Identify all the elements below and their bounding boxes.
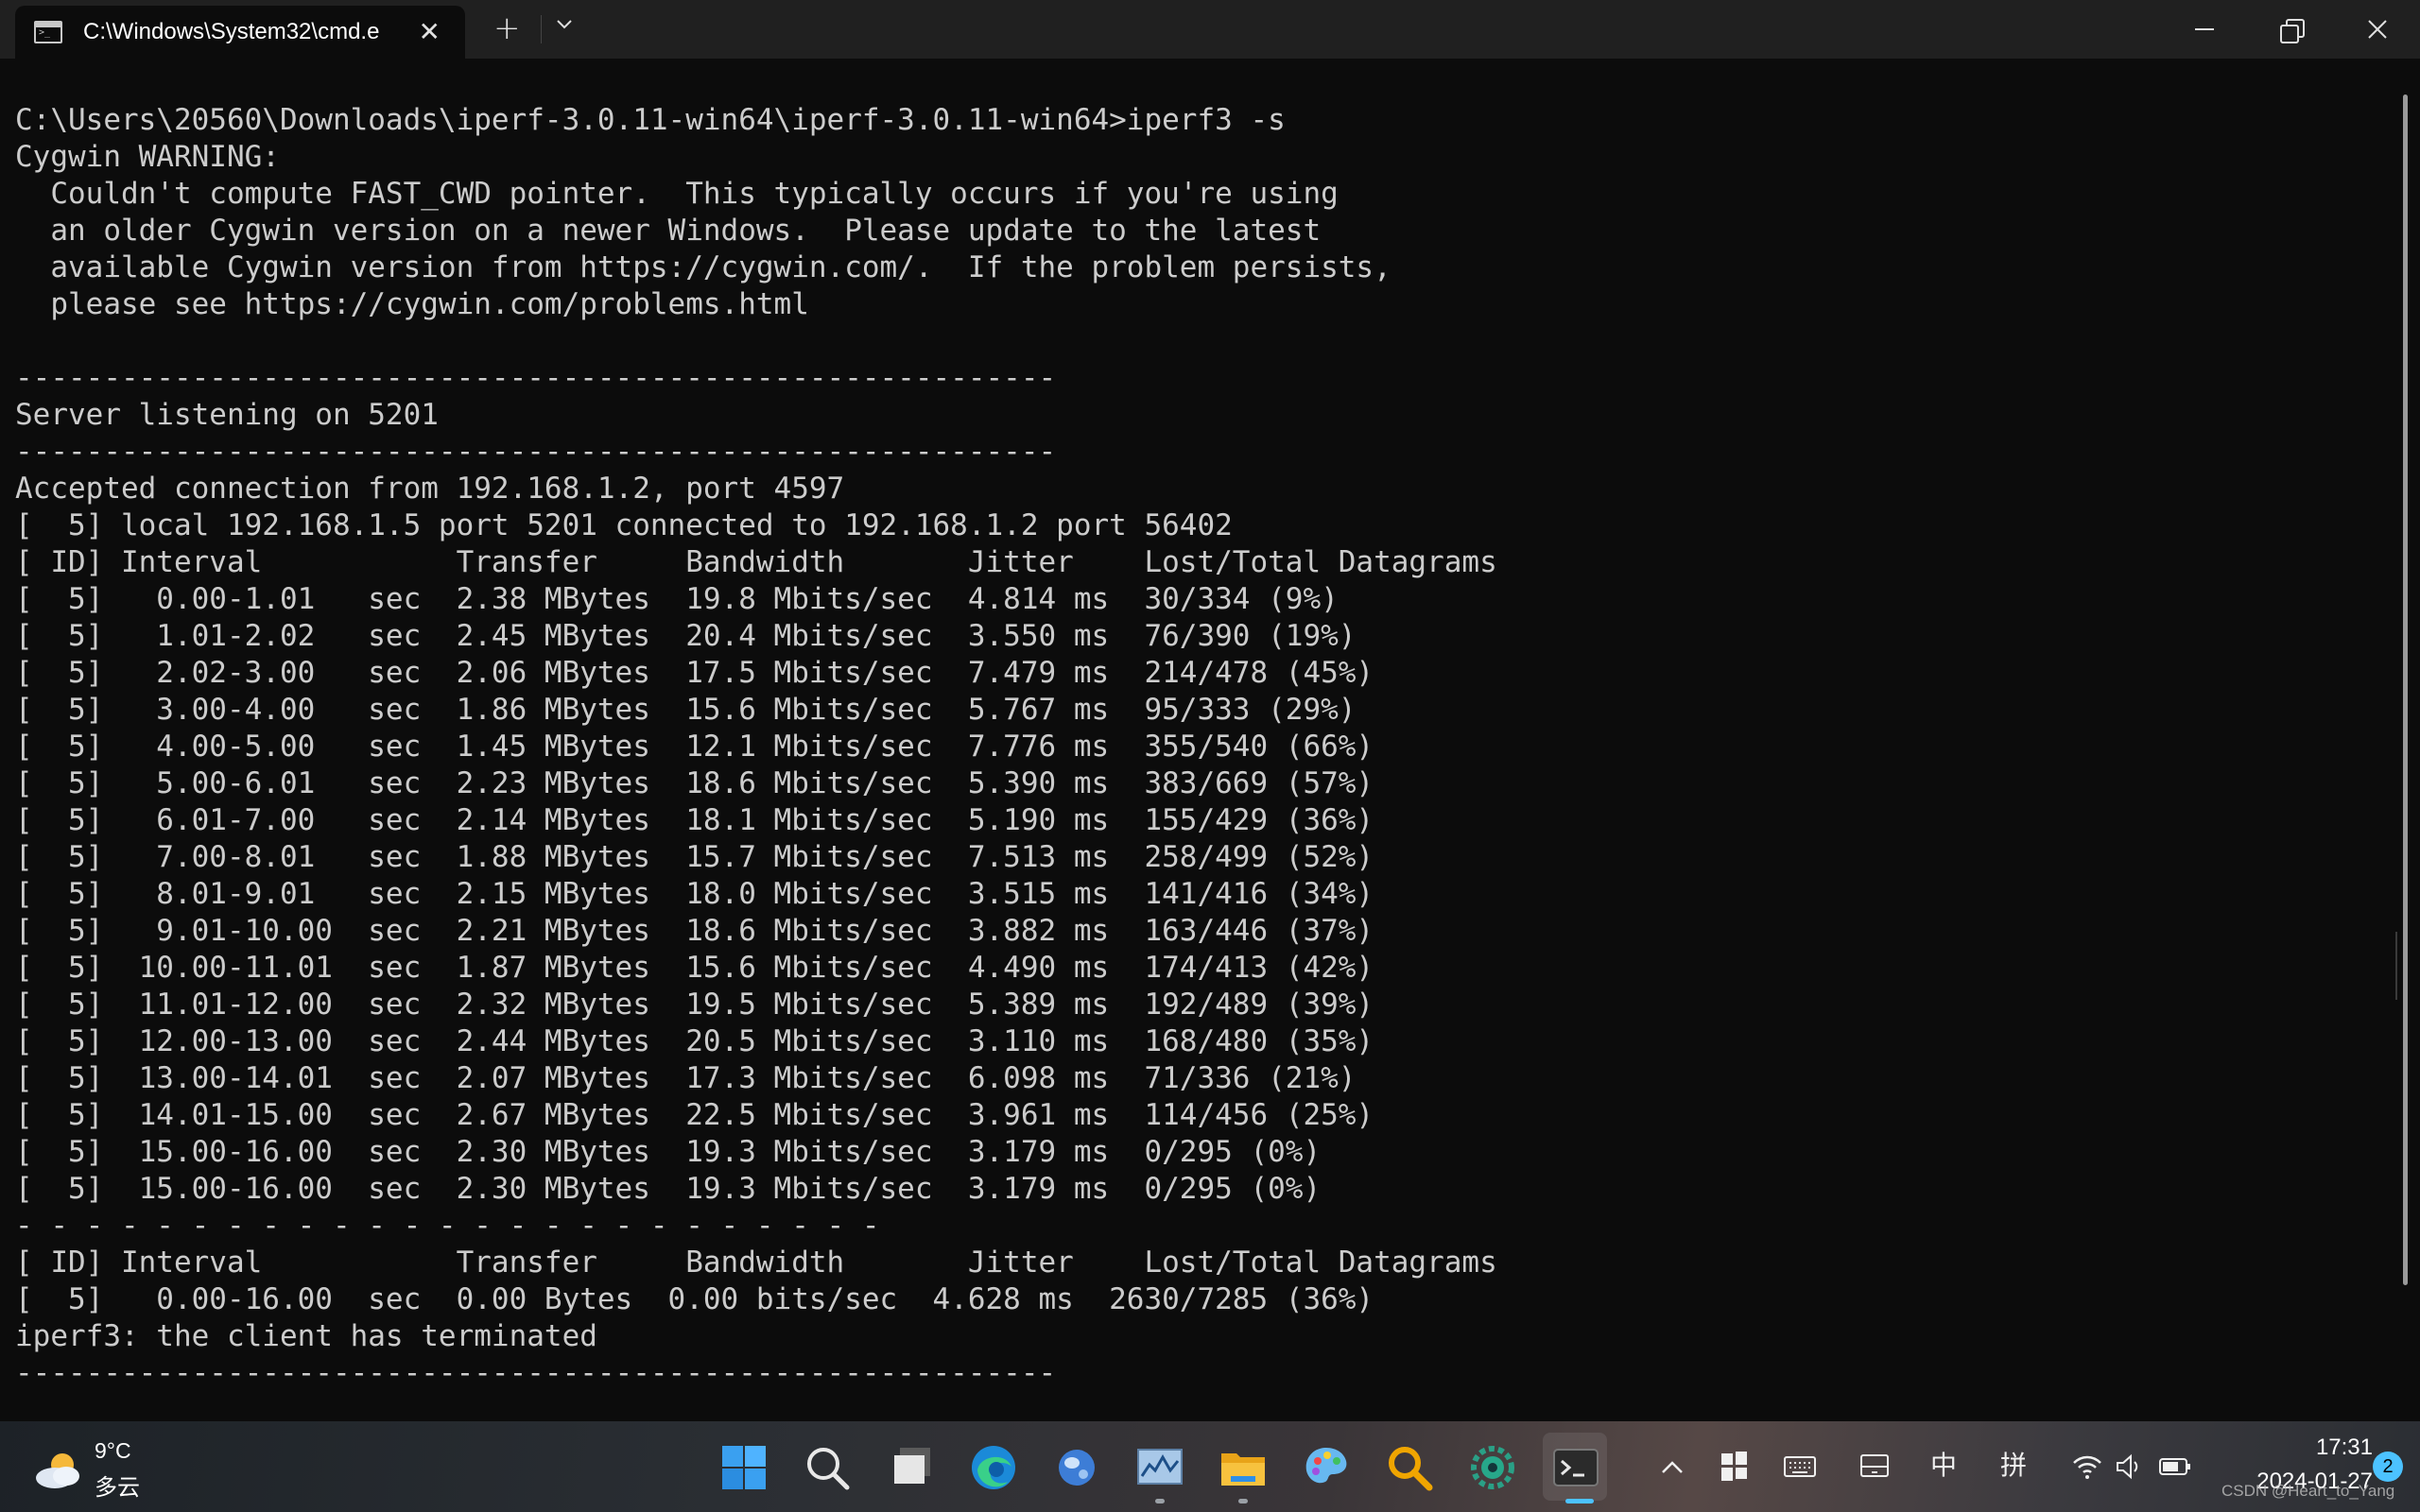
paint-palette-icon[interactable]: [1301, 1442, 1352, 1493]
notification-badge[interactable]: 2: [2354, 1452, 2403, 1482]
watermark: CSDN @Heart_to_Yang: [2221, 1482, 2395, 1500]
terminal-line: [ 5] 12.00-13.00 sec 2.44 MBytes 20.5 Mb…: [15, 1024, 1374, 1058]
terminal-line: please see https://cygwin.com/problems.h…: [15, 287, 809, 321]
terminal-line: [ 5] 9.01-10.00 sec 2.21 MBytes 18.6 Mbi…: [15, 914, 1374, 948]
terminal-line: [ 5] 8.01-9.01 sec 2.15 MBytes 18.0 Mbit…: [15, 877, 1374, 911]
terminal-line: [ 5] 13.00-14.01 sec 2.07 MBytes 17.3 Mb…: [15, 1061, 1357, 1095]
terminal-line: available Cygwin version from https://cy…: [15, 250, 1392, 284]
terminal-line: [ 5] 11.01-12.00 sec 2.32 MBytes 19.5 Mb…: [15, 988, 1374, 1022]
terminal-line: [ ID] Interval Transfer Bandwidth Jitter…: [15, 545, 1497, 579]
touch-keyboard-icon[interactable]: [1858, 1450, 1891, 1484]
terminal-line: Couldn't compute FAST_CWD pointer. This …: [15, 177, 1339, 211]
terminal-line: [ 5] 14.01-15.00 sec 2.67 MBytes 22.5 Mb…: [15, 1098, 1374, 1132]
terminal-line: Accepted connection from 192.168.1.2, po…: [15, 472, 845, 506]
minimize-button[interactable]: [2159, 0, 2246, 59]
task-view-icon[interactable]: [889, 1442, 940, 1493]
terminal-line: iperf3: the client has terminated: [15, 1319, 597, 1353]
input-method-pinyin[interactable]: 拼: [2000, 1450, 2027, 1482]
scrollbar-mark: [2395, 932, 2411, 1000]
active-indicator: [1565, 1499, 1594, 1503]
search-icon[interactable]: [802, 1442, 853, 1493]
close-window-button[interactable]: [2333, 0, 2420, 59]
terminal-line: [ 5] 1.01-2.02 sec 2.45 MBytes 20.4 Mbit…: [15, 619, 1357, 653]
tab-separator: [541, 15, 542, 43]
weather-cloudy-icon[interactable]: [32, 1448, 85, 1493]
title-bar: C:\Windows\System32\cmd.e ✕ +: [0, 0, 2420, 59]
file-explorer-icon[interactable]: [1218, 1442, 1269, 1493]
weather-temperature[interactable]: 9°C: [95, 1438, 131, 1464]
globe-app-icon[interactable]: [1051, 1442, 1102, 1493]
search-tool-icon[interactable]: [1384, 1442, 1435, 1493]
restore-button[interactable]: [2246, 0, 2333, 59]
chevron-down-icon[interactable]: [554, 13, 575, 34]
new-tab-icon[interactable]: +: [493, 11, 521, 45]
terminal-line: - - - - - - - - - - - - - - - - - - - - …: [15, 1209, 880, 1243]
scrollbar-thumb[interactable]: [2403, 94, 2408, 1285]
terminal-line: Cygwin WARNING:: [15, 140, 280, 174]
terminal-line: an older Cygwin version on a newer Windo…: [15, 214, 1322, 248]
running-indicator: [1155, 1499, 1165, 1503]
terminal-line: [ 5] 0.00-1.01 sec 2.38 MBytes 19.8 Mbit…: [15, 582, 1339, 616]
input-method-chinese[interactable]: 中: [1930, 1450, 1957, 1482]
running-indicator: [1238, 1499, 1248, 1503]
battery-icon[interactable]: [2157, 1450, 2193, 1484]
resource-monitor-icon[interactable]: [1134, 1442, 1185, 1493]
terminal-line: [ 5] 5.00-6.01 sec 2.23 MBytes 18.6 Mbit…: [15, 766, 1374, 800]
terminal-line: [ 5] 0.00-16.00 sec 0.00 Bytes 0.00 bits…: [15, 1282, 1374, 1316]
terminal-line: Server listening on 5201: [15, 398, 439, 432]
edge-browser-icon[interactable]: [968, 1442, 1019, 1493]
wifi-icon[interactable]: [2070, 1450, 2104, 1484]
app-tray-icon[interactable]: [1719, 1450, 1751, 1484]
notification-count: 2: [2373, 1452, 2403, 1482]
gear-app-icon[interactable]: [1467, 1442, 1518, 1493]
terminal-line: ----------------------------------------…: [15, 361, 1057, 395]
terminal-line: [ 5] 4.00-5.00 sec 1.45 MBytes 12.1 Mbit…: [15, 730, 1374, 764]
terminal-line: [ 5] 3.00-4.00 sec 1.86 MBytes 15.6 Mbit…: [15, 693, 1357, 727]
start-windows-icon[interactable]: [718, 1442, 769, 1493]
terminal-line: [ ID] Interval Transfer Bandwidth Jitter…: [15, 1246, 1497, 1280]
terminal-icon[interactable]: [1550, 1442, 1601, 1493]
taskbar: 9°C 多云 中 拼 17:31 2024-01-27: [0, 1421, 2420, 1512]
weather-description[interactable]: 多云: [95, 1469, 140, 1502]
terminal-line: [ 5] 15.00-16.00 sec 2.30 MBytes 19.3 Mb…: [15, 1172, 1322, 1206]
tab-cmd[interactable]: C:\Windows\System32\cmd.e ✕: [15, 6, 465, 59]
volume-icon[interactable]: [2114, 1450, 2144, 1484]
terminal-line: ----------------------------------------…: [15, 1356, 1057, 1390]
keyboard-icon[interactable]: [1783, 1450, 1817, 1484]
terminal-line: [ 5] local 192.168.1.5 port 5201 connect…: [15, 508, 1233, 542]
terminal-line: ----------------------------------------…: [15, 435, 1057, 469]
tab-title: C:\Windows\System32\cmd.e: [83, 19, 380, 44]
terminal-output[interactable]: C:\Users\20560\Downloads\iperf-3.0.11-wi…: [15, 102, 2397, 1406]
tab-close-icon[interactable]: ✕: [419, 17, 441, 47]
terminal-line: [ 5] 15.00-16.00 sec 2.30 MBytes 19.3 Mb…: [15, 1135, 1322, 1169]
chevron-up-icon[interactable]: [1658, 1448, 1686, 1486]
close-icon: [2368, 20, 2387, 39]
terminal-line: [ 5] 10.00-11.01 sec 1.87 MBytes 15.6 Mb…: [15, 951, 1374, 985]
terminal-icon: [34, 21, 62, 43]
terminal-line: C:\Users\20560\Downloads\iperf-3.0.11-wi…: [15, 103, 1286, 137]
terminal-line: [ 5] 2.02-3.00 sec 2.06 MBytes 17.5 Mbit…: [15, 656, 1374, 690]
terminal-line: [ 5] 6.01-7.00 sec 2.14 MBytes 18.1 Mbit…: [15, 803, 1374, 837]
terminal-line: [ 5] 7.00-8.01 sec 1.88 MBytes 15.7 Mbit…: [15, 840, 1374, 874]
